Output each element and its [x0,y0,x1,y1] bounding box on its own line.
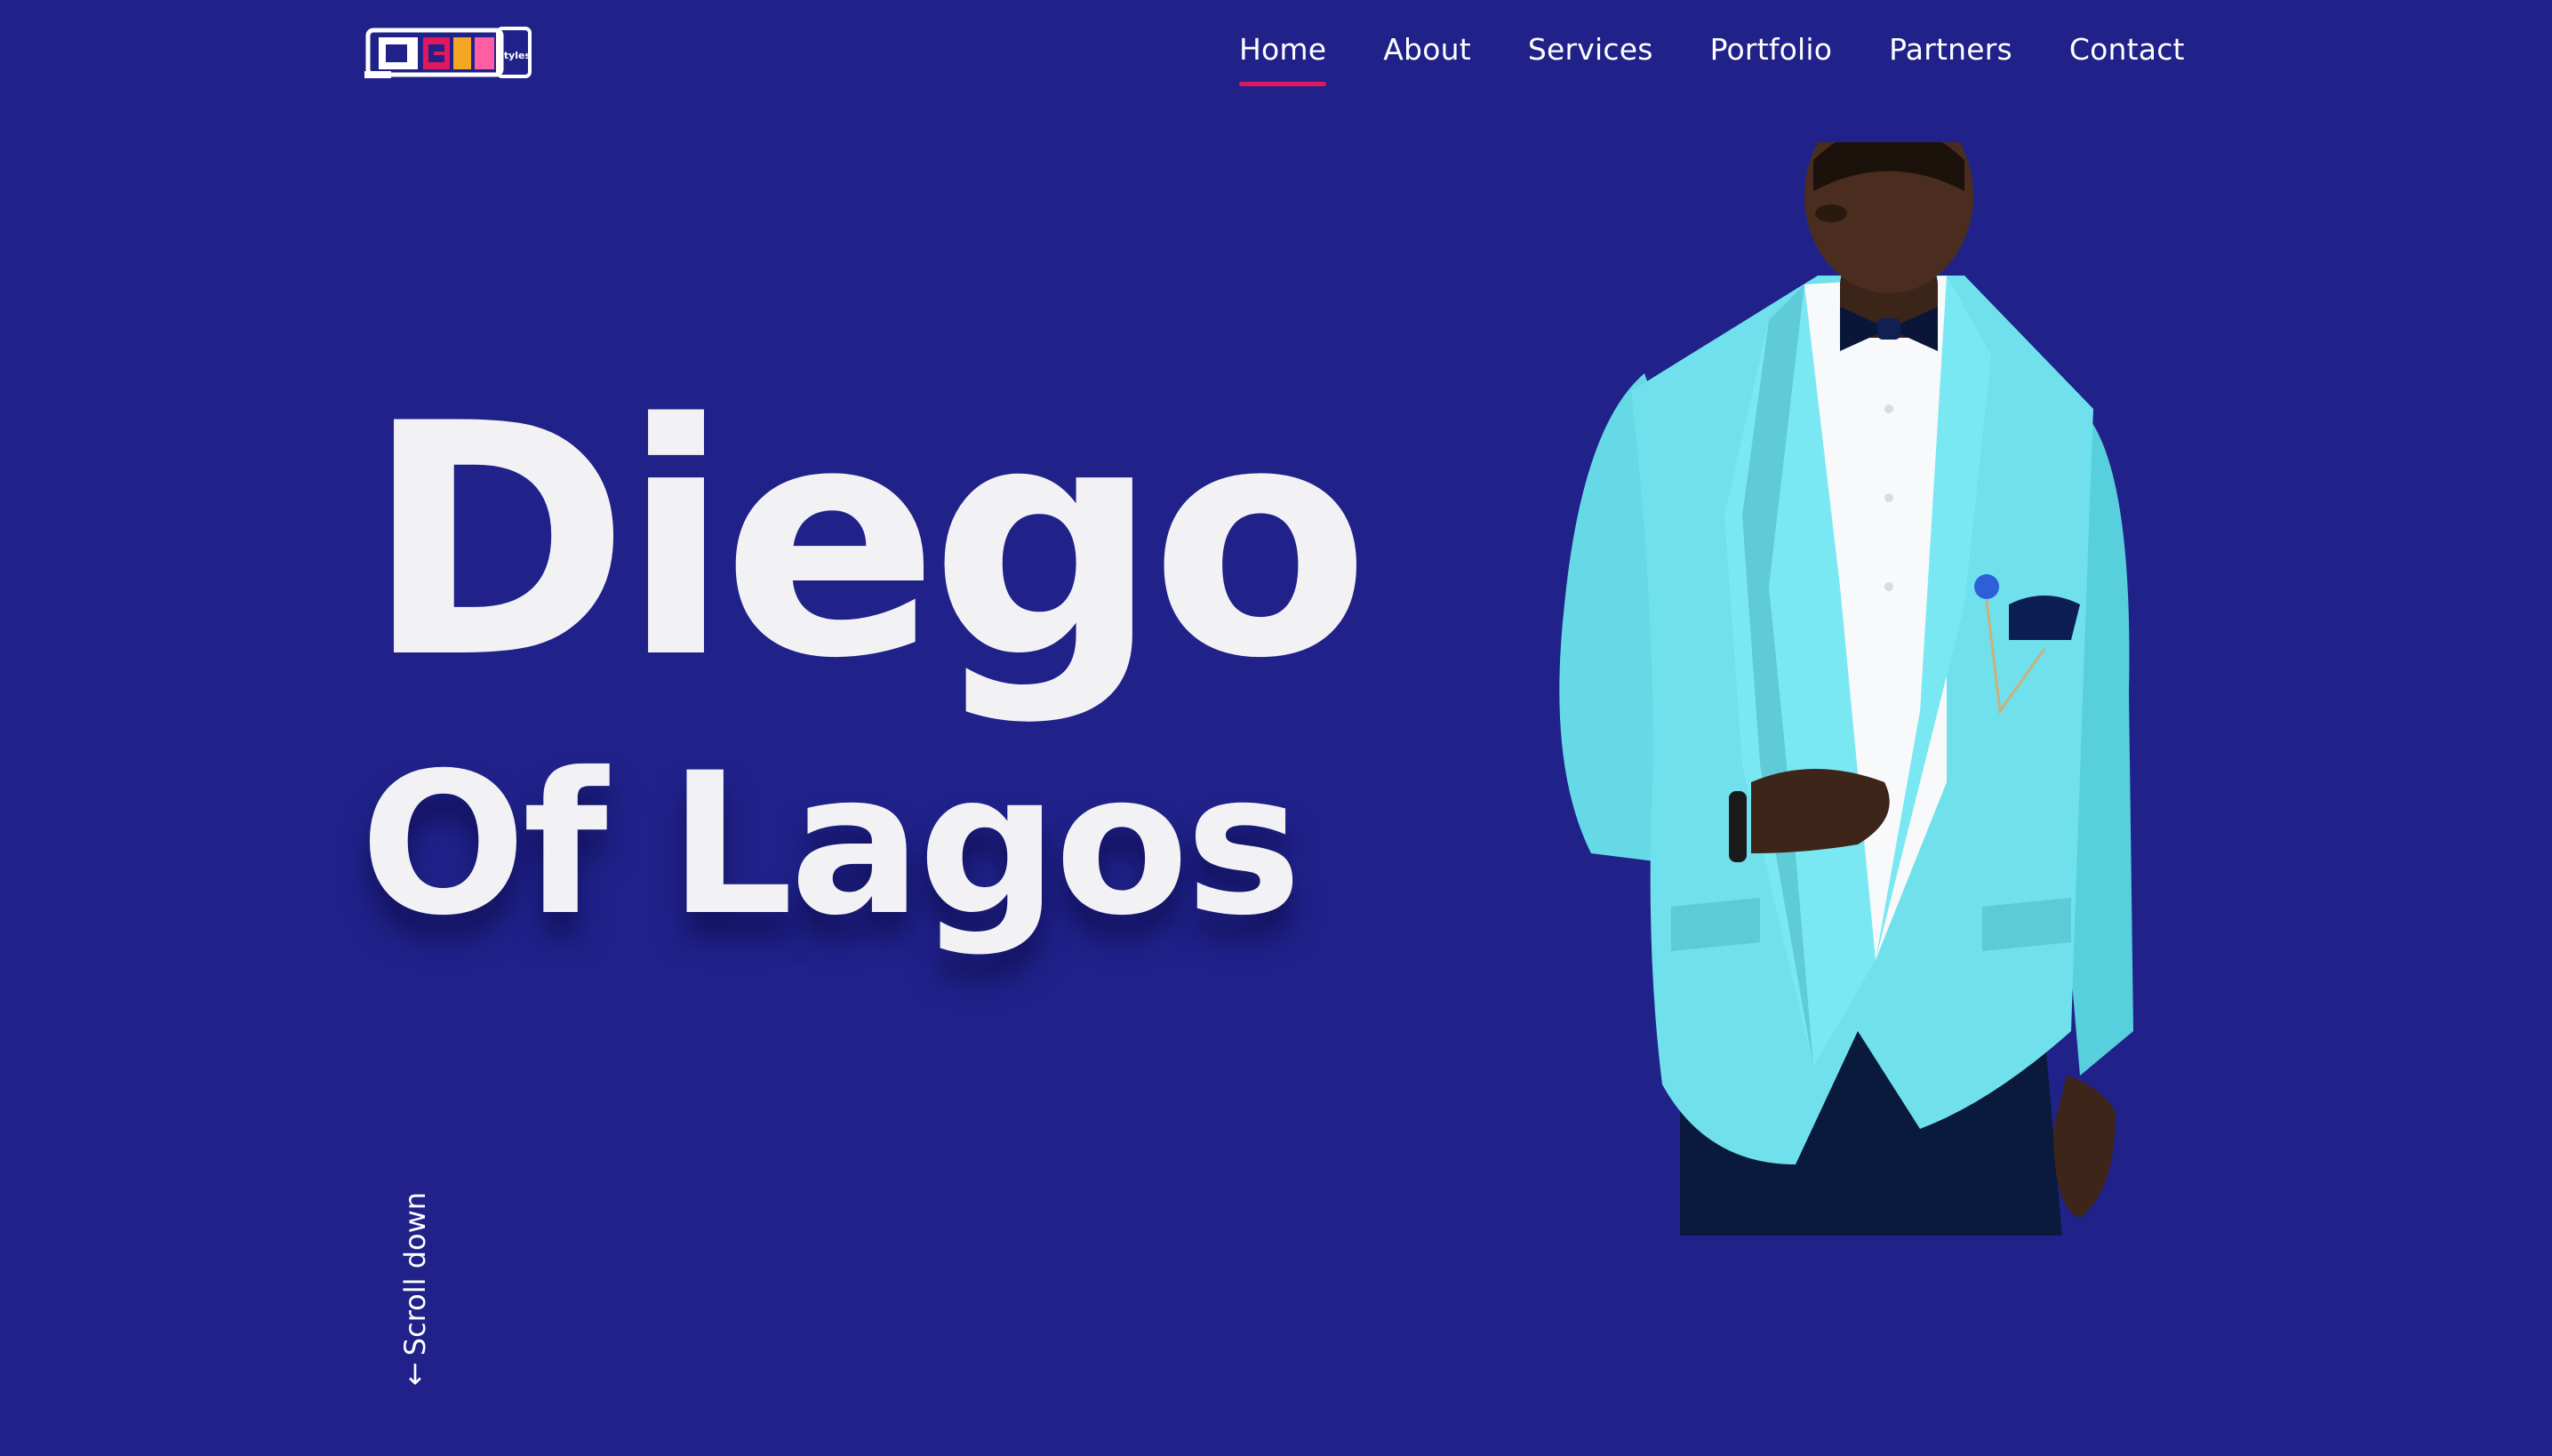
model-photo [1547,142,2204,1236]
hero-title: Diego [364,356,1370,728]
nav-item-partners[interactable]: Partners [1889,32,2012,86]
nav-item-portfolio[interactable]: Portfolio [1710,32,1833,86]
brand-logo[interactable]: Styles [364,20,533,87]
arrow-left-icon: ↓ [403,1357,428,1392]
scroll-down-content: ↓ Scroll down [398,1191,432,1392]
nav-item-home[interactable]: Home [1239,32,1327,86]
scroll-down-link[interactable]: ↓ Scroll down [398,1191,437,1392]
svg-text:Styles: Styles [497,50,532,61]
model-in-turquoise-tuxedo-icon [1559,142,2133,1236]
nav-item-services[interactable]: Services [1528,32,1653,86]
page: Styles Home About Services Portfolio Par… [0,0,2552,1456]
nav-item-about[interactable]: About [1383,32,1471,86]
diego-styles-logo-icon: Styles [364,27,532,78]
nav-item-contact[interactable]: Contact [2069,32,2185,86]
scroll-down-label: Scroll down [398,1191,432,1356]
main-nav: Home About Services Portfolio Partners C… [1239,32,2185,86]
hero-subtitle: Of Lagos [360,731,1302,958]
